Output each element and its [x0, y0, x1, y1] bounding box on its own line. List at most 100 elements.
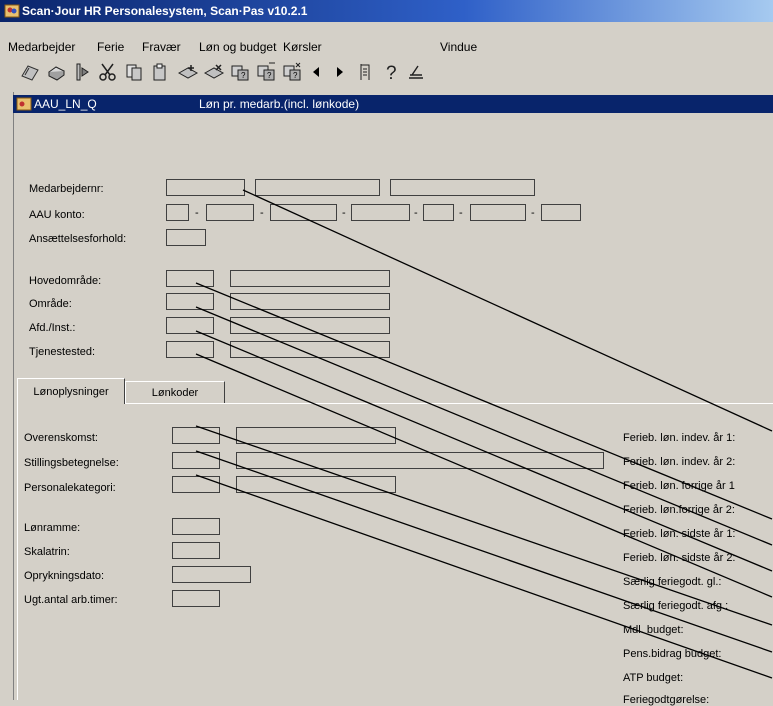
menu-koersler[interactable]: Kørsler: [283, 40, 322, 54]
next-icon[interactable]: [328, 60, 352, 84]
medarbejder-extra-field[interactable]: [390, 179, 535, 196]
form-title: Løn pr. medarb.(incl. lønkode): [199, 97, 360, 111]
menu-fravaer[interactable]: Fravær: [142, 40, 181, 54]
open-icon[interactable]: [18, 60, 42, 84]
title-bar: Scan·Jour HR Personalesystem, Scan·Pas v…: [0, 0, 773, 22]
label-oprykningsdato: Oprykningsdato:: [24, 570, 105, 582]
label-saerlig-afg: Særlig feriegodt. afg.:: [623, 600, 729, 612]
label-saerlig-gl: Særlig feriegodt. gl.:: [623, 576, 722, 588]
afd-name-field[interactable]: [230, 317, 390, 334]
label-feriegodtgoerelse: Feriegodtgørelse:: [623, 694, 710, 706]
form-code: AAU_LN_Q: [34, 97, 97, 111]
medarbejdernr-field[interactable]: [166, 179, 245, 196]
label-omraade: Område:: [29, 298, 72, 310]
label-atp-budget: ATP budget:: [623, 672, 684, 684]
exit-icon[interactable]: [404, 60, 428, 84]
menu-vindue[interactable]: Vindue: [440, 40, 477, 54]
cut-icon[interactable]: [96, 60, 120, 84]
aau-konto-field-3[interactable]: [270, 204, 337, 221]
oprykningsdato-field[interactable]: [172, 566, 251, 583]
hovedomraade-name-field[interactable]: [230, 270, 390, 287]
personalekategori-name-field[interactable]: [236, 476, 396, 493]
tab-loenkoder-label: Lønkoder: [151, 386, 199, 399]
menu-bar: Medarbejder Ferie Fravær Løn og budget K…: [0, 36, 773, 56]
loenramme-field[interactable]: [172, 518, 220, 535]
label-ferieb-forrige-2: Ferieb. løn.forrige år 2:: [623, 504, 735, 516]
label-ugt-antal-arb-timer: Ugt.antal arb.timer:: [24, 594, 118, 606]
toolbar: ? ? ? ?: [0, 58, 773, 88]
form-icon: [16, 97, 32, 111]
paste-icon[interactable]: [148, 60, 172, 84]
add-record-icon[interactable]: [176, 60, 200, 84]
tab-loenoplysninger[interactable]: Lønoplysninger: [17, 378, 125, 404]
query-cancel-icon[interactable]: ?: [280, 60, 304, 84]
label-ansaettelsesforhold: Ansættelsesforhold:: [29, 233, 127, 245]
window-title: Scan·Jour HR Personalesystem, Scan·Pas v…: [22, 4, 308, 18]
afd-code-field[interactable]: [166, 317, 214, 334]
label-stillingsbetegnelse: Stillingsbetegnelse:: [24, 457, 119, 469]
tjenestested-code-field[interactable]: [166, 341, 214, 358]
hovedomraade-code-field[interactable]: [166, 270, 214, 287]
separator: -: [342, 207, 346, 219]
form-title-bar: AAU_LN_Q Løn pr. medarb.(incl. lønkode): [13, 95, 773, 113]
overenskomst-code-field[interactable]: [172, 427, 220, 444]
label-ferieb-sidste-1: Ferieb. løn. sidste år 1:: [623, 528, 736, 540]
ansaettelsesforhold-field[interactable]: [166, 229, 206, 246]
aau-konto-field-6[interactable]: [470, 204, 526, 221]
medarbejder-name-field[interactable]: [255, 179, 380, 196]
separator: -: [260, 207, 264, 219]
overenskomst-name-field[interactable]: [236, 427, 396, 444]
label-ferieb-sidste-2: Ferieb. løn. sidste år 2:: [623, 552, 736, 564]
help-icon[interactable]: ?: [380, 60, 404, 84]
tjenestested-name-field[interactable]: [230, 341, 390, 358]
aau-konto-field-7[interactable]: [541, 204, 581, 221]
stilling-name-field[interactable]: [236, 452, 604, 469]
label-aau-konto: AAU konto:: [29, 209, 85, 221]
label-loenramme: Lønramme:: [24, 522, 81, 534]
label-hovedomraade: Hovedområde:: [29, 275, 102, 287]
personalekategori-code-field[interactable]: [172, 476, 220, 493]
separator: -: [414, 207, 418, 219]
label-afd-inst: Afd./Inst.:: [29, 322, 76, 334]
label-pens-bidrag-budget: Pens.bidrag budget:: [623, 648, 722, 660]
menu-medarbejder[interactable]: Medarbejder: [8, 40, 75, 54]
menu-loen-og-budget[interactable]: Løn og budget: [199, 40, 276, 54]
aau-konto-field-1[interactable]: [166, 204, 189, 221]
label-ferieb-indev-1: Ferieb. løn. indev. år 1:: [623, 432, 736, 444]
label-tjenestested: Tjenestested:: [29, 346, 96, 358]
label-overenskomst: Overenskomst:: [24, 432, 98, 444]
svg-text:?: ?: [241, 71, 246, 80]
ugt-timer-field[interactable]: [172, 590, 220, 607]
separator: -: [459, 207, 463, 219]
omraade-name-field[interactable]: [230, 293, 390, 310]
label-skalatrin: Skalatrin:: [24, 546, 70, 558]
aau-konto-field-2[interactable]: [206, 204, 254, 221]
delete-record-icon[interactable]: [202, 60, 226, 84]
svg-text:?: ?: [386, 63, 397, 83]
separator: -: [531, 207, 535, 219]
aau-konto-field-5[interactable]: [423, 204, 454, 221]
tab-loenoplysninger-label: Lønoplysninger: [33, 385, 109, 398]
report-icon[interactable]: [354, 60, 378, 84]
prev-icon[interactable]: [304, 60, 328, 84]
label-ferieb-indev-2: Ferieb. løn. indev. år 2:: [623, 456, 736, 468]
preview-icon[interactable]: [70, 60, 94, 84]
label-ferieb-forrige-1: Ferieb. løn. forrige år 1: [623, 480, 735, 492]
query-icon[interactable]: ?: [228, 60, 252, 84]
print-icon[interactable]: [44, 60, 68, 84]
skalatrin-field[interactable]: [172, 542, 220, 559]
svg-text:?: ?: [267, 71, 272, 80]
stilling-code-field[interactable]: [172, 452, 220, 469]
copy-icon[interactable]: [122, 60, 146, 84]
label-medarbejdernr: Medarbejdernr:: [29, 183, 104, 195]
omraade-code-field[interactable]: [166, 293, 214, 310]
svg-text:?: ?: [293, 71, 298, 80]
label-mdl-budget: Mdl. budget:: [623, 624, 684, 636]
label-personalekategori: Personalekategori:: [24, 482, 116, 494]
menu-ferie[interactable]: Ferie: [97, 40, 124, 54]
tab-loenkoder[interactable]: Lønkoder: [125, 381, 225, 403]
query-run-icon[interactable]: ?: [254, 60, 278, 84]
aau-konto-field-4[interactable]: [351, 204, 410, 221]
app-icon: [4, 4, 20, 18]
separator: -: [195, 207, 199, 219]
